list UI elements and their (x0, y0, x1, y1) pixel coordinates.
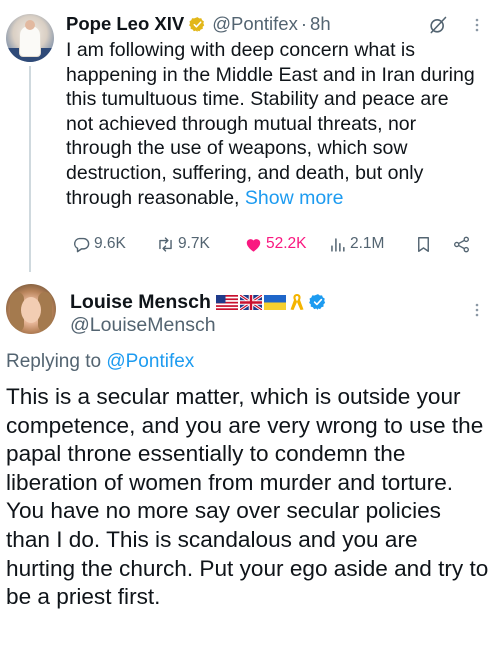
tweet-timestamp[interactable]: 8h (310, 13, 331, 35)
share-icon (454, 236, 469, 252)
views-button[interactable]: 2.1M (328, 235, 384, 254)
repost-icon (159, 236, 172, 252)
like-count: 52.2K (266, 235, 307, 252)
tweet-text: I am following with deep concern what is… (66, 38, 476, 210)
reply-header: Louise Mensch (70, 290, 327, 314)
tweet-body: I am following with deep concern what is… (66, 39, 475, 209)
repost-count: 9.7K (178, 235, 210, 252)
share-button[interactable] (452, 235, 474, 254)
bookmark-button[interactable] (414, 235, 436, 254)
reply-button[interactable]: 9.6K (72, 235, 126, 254)
grok-icon[interactable] (428, 15, 448, 35)
reply-text: This is a secular matter, which is outsi… (6, 384, 489, 610)
repost-button[interactable]: 9.7K (156, 235, 210, 254)
reply-author-name[interactable]: Louise Mensch (70, 291, 211, 314)
heart-icon (246, 238, 261, 252)
us-flag-icon (215, 294, 238, 310)
gold-verified-badge-icon[interactable] (189, 16, 206, 33)
tweet-action-bar: 9.6K 9.7K 52.2K 2.1M (66, 232, 486, 256)
yellow-ribbon-icon (290, 294, 304, 310)
more-options-icon[interactable] (470, 16, 484, 34)
uk-flag-icon (239, 294, 262, 310)
dot-separator: · (300, 13, 308, 34)
replying-to-label: Replying to (6, 351, 102, 372)
tweet-author-name[interactable]: Pope Leo XIV (66, 13, 184, 35)
ukraine-flag-icon (263, 294, 286, 310)
thread-line (29, 66, 31, 272)
views-chart-icon (331, 237, 345, 252)
reply-author-handle[interactable]: @LouiseMensch (70, 314, 216, 337)
show-more-link[interactable]: Show more (245, 187, 344, 209)
reply-icon (74, 237, 90, 252)
bookmark-icon (418, 236, 429, 252)
like-button[interactable]: 52.2K (244, 235, 307, 254)
tweet-author-handle[interactable]: @Pontifex (212, 13, 298, 35)
reply-count: 9.6K (94, 235, 126, 252)
replying-to-mention[interactable]: @Pontifex (106, 351, 194, 372)
blue-verified-badge-icon[interactable] (309, 293, 327, 311)
more-options-icon[interactable] (470, 301, 484, 319)
view-count: 2.1M (350, 235, 385, 252)
tweet-header: Pope Leo XIV @Pontifex · 8h (66, 12, 331, 36)
replying-to-line: Replying to @Pontifex (6, 351, 194, 373)
reply-avatar[interactable] (6, 284, 56, 334)
tweet-avatar[interactable] (6, 14, 54, 62)
